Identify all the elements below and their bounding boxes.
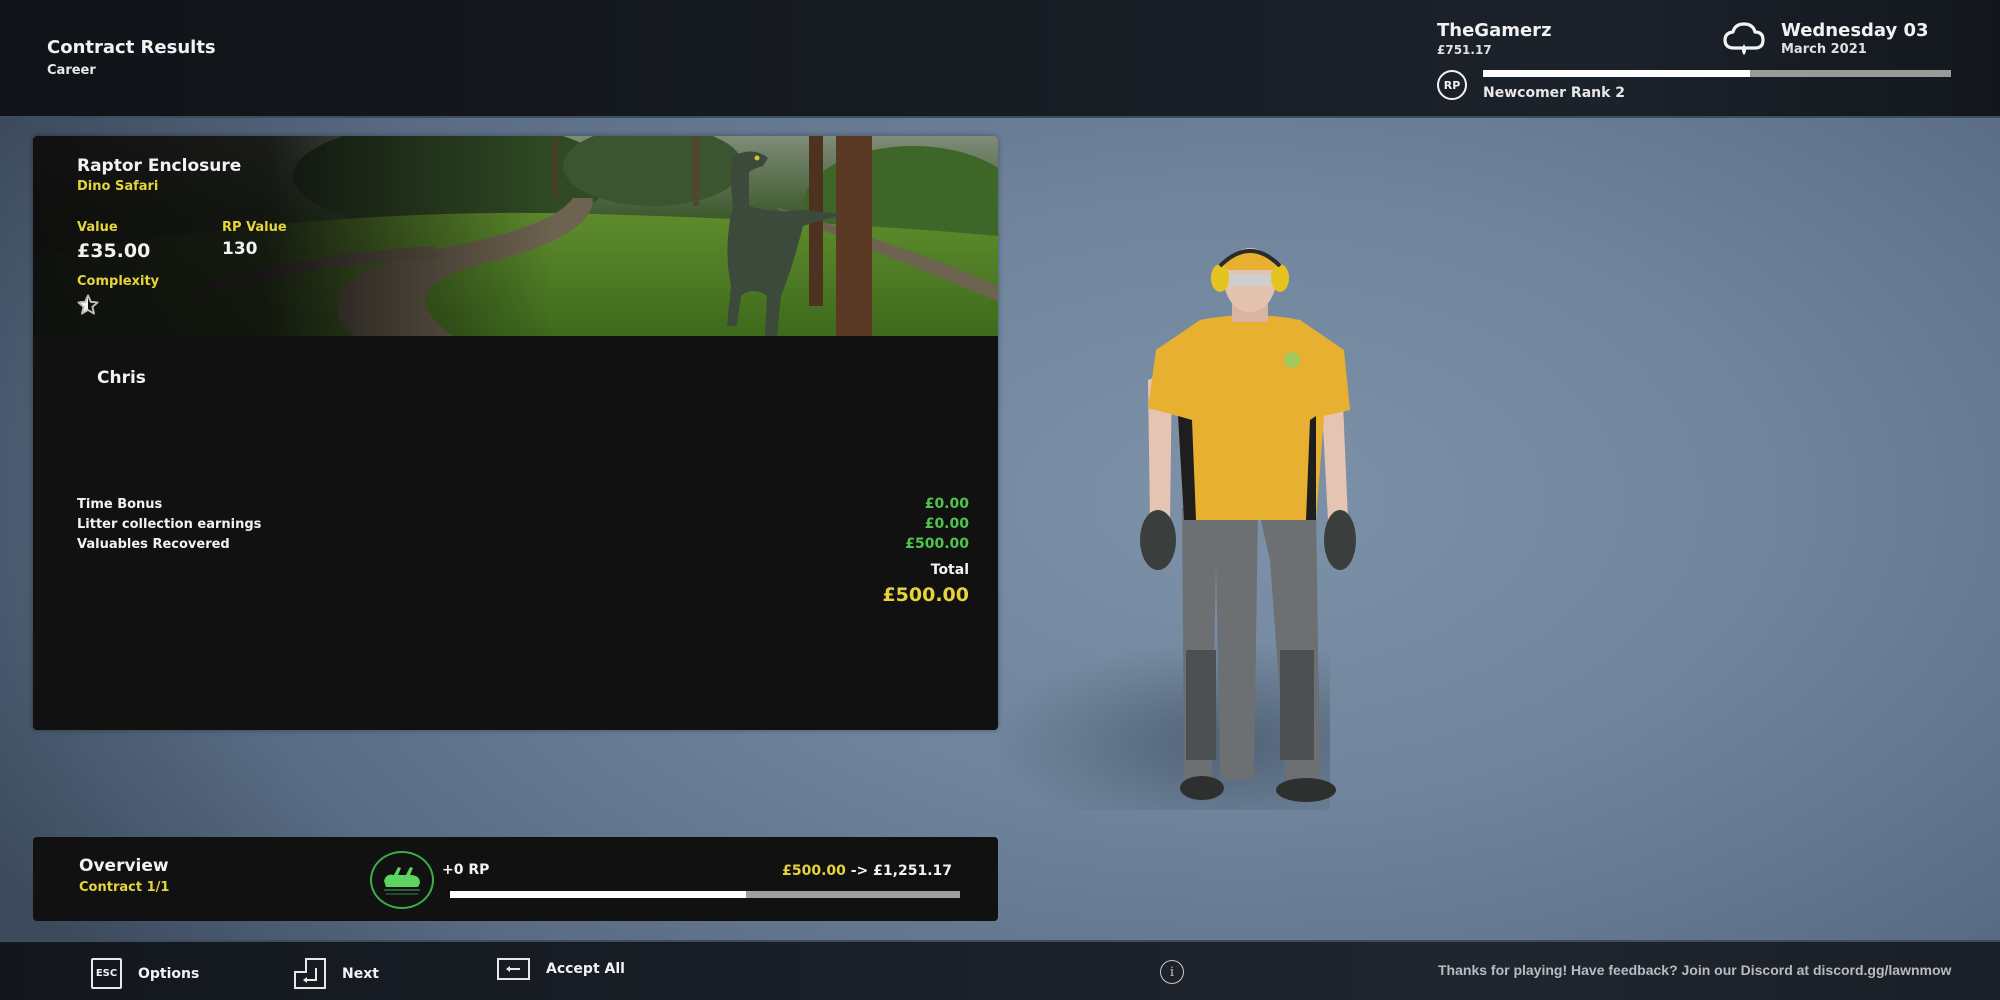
earnings-value: £500.00 (905, 536, 969, 552)
rank-progress-bar (1483, 70, 1951, 77)
enter-key-icon (294, 958, 326, 989)
money-earned: £500.00 (782, 863, 846, 879)
rp-value-label: RP Value (222, 220, 287, 235)
employee-character-model (1120, 240, 1380, 820)
complexity-label: Complexity (77, 274, 160, 289)
earnings-value: £0.00 (924, 516, 969, 532)
accept-all-label: Accept All (546, 961, 625, 977)
footer-bar: ESC Options Next Accept All i Thanks for… (0, 940, 2000, 1000)
top-bar: Contract Results Career TheGamerz £751.1… (0, 0, 2000, 118)
contract-location: Dino Safari (77, 179, 159, 194)
options-button[interactable]: ESC Options (91, 958, 199, 989)
backspace-key-icon (497, 958, 530, 980)
page-subtitle: Career (47, 63, 96, 78)
earnings-label: Litter collection earnings (77, 516, 262, 532)
earnings-label: Valuables Recovered (77, 536, 230, 552)
contract-name: Raptor Enclosure (77, 156, 242, 176)
rank-progress-fill (1483, 70, 1750, 77)
rp-badge-icon: RP (1437, 70, 1467, 100)
money-progress-fill (450, 891, 746, 898)
next-label: Next (342, 965, 379, 982)
next-button[interactable]: Next (294, 958, 379, 989)
earnings-row-time-bonus: Time Bonus £0.00 (77, 494, 969, 514)
earnings-row-litter: Litter collection earnings £0.00 (77, 514, 969, 534)
esc-key-icon: ESC (91, 958, 122, 989)
earnings-list: Time Bonus £0.00 Litter collection earni… (77, 494, 969, 554)
star-icon (77, 294, 99, 315)
overview-contract-count: Contract 1/1 (79, 880, 170, 895)
money-arrow: -> (850, 863, 869, 879)
player-money: £751.17 (1437, 43, 1492, 57)
overview-panel: Overview Contract 1/1 +0 RP £500.00 -> £… (33, 837, 998, 921)
player-name: TheGamerz (1437, 20, 1552, 41)
date-month: March 2021 (1781, 42, 1867, 57)
money-progress-bar (450, 891, 960, 898)
money-change: £500.00 -> £1,251.17 (782, 863, 952, 879)
overview-title: Overview (79, 856, 169, 876)
options-label: Options (138, 965, 200, 982)
info-icon[interactable]: i (1160, 960, 1184, 984)
total-label: Total (930, 562, 969, 578)
cloud-rain-icon (1722, 20, 1766, 60)
date-day: Wednesday 03 (1781, 20, 1929, 41)
rp-value-amount: 130 (222, 239, 258, 259)
rank-label: Newcomer Rank 2 (1483, 85, 1626, 101)
accept-all-button[interactable]: Accept All (497, 958, 625, 980)
rp-gain: +0 RP (442, 862, 490, 878)
earnings-value: £0.00 (924, 496, 969, 512)
money-new-total: £1,251.17 (873, 863, 952, 879)
contract-results-panel: Raptor Enclosure Dino Safari Value £35.0… (33, 136, 998, 730)
page-title: Contract Results (47, 37, 216, 58)
earnings-label: Time Bonus (77, 496, 163, 512)
total-amount: £500.00 (882, 584, 969, 606)
contract-banner-image: Raptor Enclosure Dino Safari Value £35.0… (33, 136, 998, 336)
employee-name: Chris (97, 368, 146, 388)
earnings-row-valuables: Valuables Recovered £500.00 (77, 534, 969, 554)
lawnmower-icon (370, 851, 434, 909)
feedback-message: Thanks for playing! Have feedback? Join … (1438, 962, 1952, 978)
value-label: Value (77, 220, 118, 235)
value-amount: £35.00 (77, 240, 151, 262)
